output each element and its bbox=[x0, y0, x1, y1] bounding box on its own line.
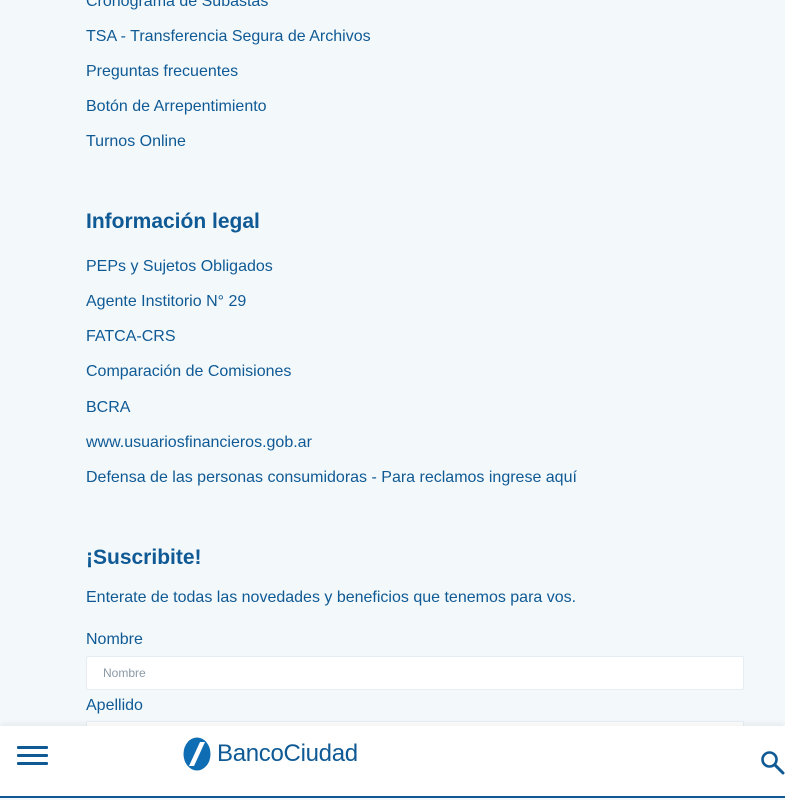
link-fatca-crs[interactable]: FATCA-CRS bbox=[86, 327, 175, 347]
banco-ciudad-logo-mark-icon bbox=[183, 737, 211, 771]
link-agente-institorio[interactable]: Agente Institorio N° 29 bbox=[86, 292, 246, 312]
hamburger-menu-icon[interactable] bbox=[17, 746, 48, 768]
logo-text: BancoCiudad bbox=[217, 740, 358, 767]
subscribe-heading: ¡Suscribite! bbox=[86, 546, 202, 569]
link-tsa[interactable]: TSA - Transferencia Segura de Archivos bbox=[86, 27, 371, 47]
search-icon[interactable] bbox=[760, 750, 785, 775]
nombre-label: Nombre bbox=[86, 631, 143, 648]
subscribe-description: Enterate de todas las novedades y benefi… bbox=[86, 589, 577, 606]
link-preguntas-frecuentes[interactable]: Preguntas frecuentes bbox=[86, 62, 238, 82]
link-peps[interactable]: PEPs y Sujetos Obligados bbox=[86, 257, 273, 277]
link-cronograma-subastas[interactable]: Cronograma de Subastas bbox=[86, 0, 268, 12]
nombre-input[interactable] bbox=[86, 656, 744, 690]
legal-heading: Información legal bbox=[86, 210, 260, 233]
bottom-bar-border bbox=[0, 796, 785, 798]
banco-ciudad-logo[interactable]: BancoCiudad bbox=[183, 737, 358, 771]
link-defensa-consumidores[interactable]: Defensa de las personas consumidoras - P… bbox=[86, 468, 577, 488]
apellido-label: Apellido bbox=[86, 697, 143, 714]
link-bcra[interactable]: BCRA bbox=[86, 398, 130, 418]
link-usuarios-financieros[interactable]: www.usuariosfinancieros.gob.ar bbox=[86, 433, 312, 453]
link-comparacion-comisiones[interactable]: Comparación de Comisiones bbox=[86, 362, 291, 382]
link-turnos-online[interactable]: Turnos Online bbox=[86, 132, 186, 152]
bottom-navigation-bar: BancoCiudad bbox=[0, 726, 785, 796]
page: Cronograma de Subastas TSA - Transferenc… bbox=[0, 0, 785, 800]
link-boton-arrepentimiento[interactable]: Botón de Arrepentimiento bbox=[86, 97, 267, 117]
